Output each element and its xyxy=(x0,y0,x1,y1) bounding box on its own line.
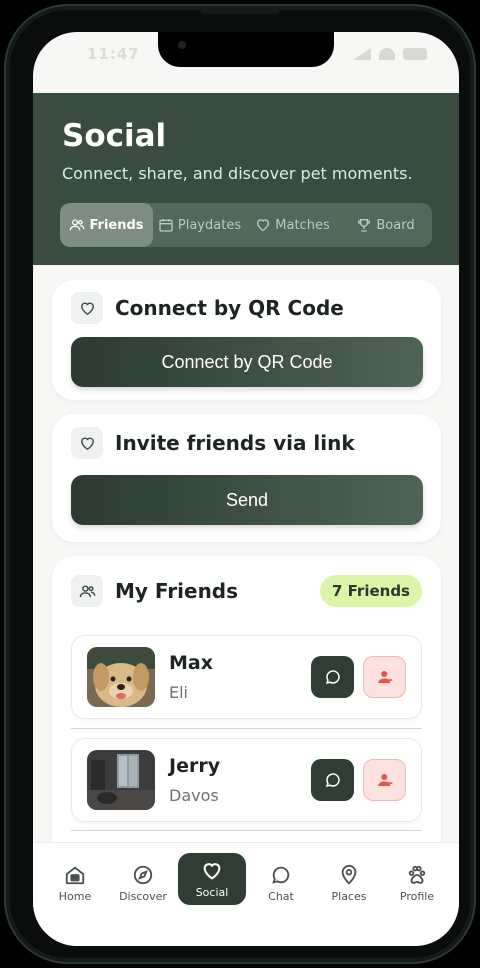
user-remove-icon xyxy=(377,671,392,683)
avatar xyxy=(87,647,155,707)
calendar-icon xyxy=(159,219,173,232)
status-time: 11:47 xyxy=(87,45,140,63)
user-remove-icon xyxy=(377,774,392,786)
nav-label: Profile xyxy=(399,889,435,903)
remove-friend-button[interactable] xyxy=(363,656,406,698)
speaker-grille xyxy=(200,6,280,14)
card-header: My Friends xyxy=(71,575,238,607)
divider xyxy=(71,830,422,831)
tab-matches[interactable]: Matches xyxy=(246,203,339,247)
qr-connect-card: Connect by QR Code Connect by QR Code xyxy=(52,280,441,400)
battery-icon xyxy=(403,48,427,60)
friend-row[interactable]: Max Eli xyxy=(71,635,422,719)
connect-qr-button[interactable]: Connect by QR Code xyxy=(71,337,423,387)
bottom-nav: Home Discover Social Chat Places Profile xyxy=(33,842,459,946)
users-icon xyxy=(70,219,85,231)
status-icons xyxy=(353,48,427,60)
tab-label: Playdates xyxy=(177,217,242,233)
users-icon xyxy=(71,575,103,607)
tab-label: Matches xyxy=(275,217,330,233)
invite-link-card: Invite friends via link Send xyxy=(52,414,441,542)
social-tabs: Friends Playdates Matches Board xyxy=(60,203,432,247)
chat-button[interactable] xyxy=(311,656,354,698)
card-header: Invite friends via link xyxy=(71,427,355,459)
nav-label: Social xyxy=(195,885,229,899)
divider xyxy=(71,728,422,729)
card-title: My Friends xyxy=(115,579,239,603)
social-header: Social Connect, share, and discover pet … xyxy=(33,93,459,265)
app-screen: 11:47 Social Connect, share, and discove… xyxy=(33,32,459,946)
heart-icon xyxy=(71,427,103,459)
heart-icon xyxy=(71,292,103,324)
wifi-icon xyxy=(379,48,395,60)
trophy-icon xyxy=(358,219,371,232)
tab-label: Friends xyxy=(89,217,144,233)
paw-icon xyxy=(408,865,426,884)
nav-label: Chat xyxy=(268,889,294,903)
camera-icon xyxy=(178,41,186,49)
signal-icon xyxy=(353,48,371,60)
nav-label: Discover xyxy=(119,889,167,903)
chat-bubble-icon xyxy=(325,773,340,788)
camera-notch xyxy=(158,32,334,67)
chat-button[interactable] xyxy=(311,759,354,801)
map-pin-icon xyxy=(341,864,357,885)
nav-discover[interactable]: Discover xyxy=(109,855,177,911)
tab-board[interactable]: Board xyxy=(339,203,432,247)
friend-owner: Davos xyxy=(169,786,219,805)
nav-chat[interactable]: Chat xyxy=(247,855,315,911)
page-title: Social xyxy=(62,118,167,154)
home-icon xyxy=(65,866,85,884)
nav-social[interactable]: Social xyxy=(178,853,246,905)
tab-label: Board xyxy=(376,217,415,233)
send-invite-button[interactable]: Send xyxy=(71,475,423,525)
compass-icon xyxy=(133,865,153,884)
friend-row[interactable]: Jerry Davos xyxy=(71,738,422,822)
friend-owner: Eli xyxy=(169,683,188,702)
avatar xyxy=(87,750,155,810)
tab-playdates[interactable]: Playdates xyxy=(153,203,246,247)
card-title: Connect by QR Code xyxy=(115,296,344,320)
heart-icon xyxy=(203,862,221,880)
nav-home[interactable]: Home xyxy=(41,855,109,911)
my-friends-card: My Friends 7 Friends Max Eli Jerry Davos xyxy=(52,556,441,876)
friend-name: Max xyxy=(169,652,213,674)
remove-friend-button[interactable] xyxy=(363,759,406,801)
tab-friends[interactable]: Friends xyxy=(60,203,153,247)
friends-count-badge: 7 Friends xyxy=(319,575,422,607)
card-header: Connect by QR Code xyxy=(71,292,344,324)
card-title: Invite friends via link xyxy=(115,431,355,455)
heart-icon xyxy=(257,219,270,232)
nav-label: Home xyxy=(58,889,92,903)
chat-bubble-icon xyxy=(325,670,340,685)
phone-frame: 11:47 Social Connect, share, and discove… xyxy=(4,4,476,964)
nav-profile[interactable]: Profile xyxy=(383,855,451,911)
page-subtitle: Connect, share, and discover pet moments… xyxy=(62,164,413,183)
chat-bubble-icon xyxy=(272,866,290,884)
friend-name: Jerry xyxy=(169,755,221,777)
nav-label: Places xyxy=(331,889,367,903)
nav-places[interactable]: Places xyxy=(315,855,383,911)
